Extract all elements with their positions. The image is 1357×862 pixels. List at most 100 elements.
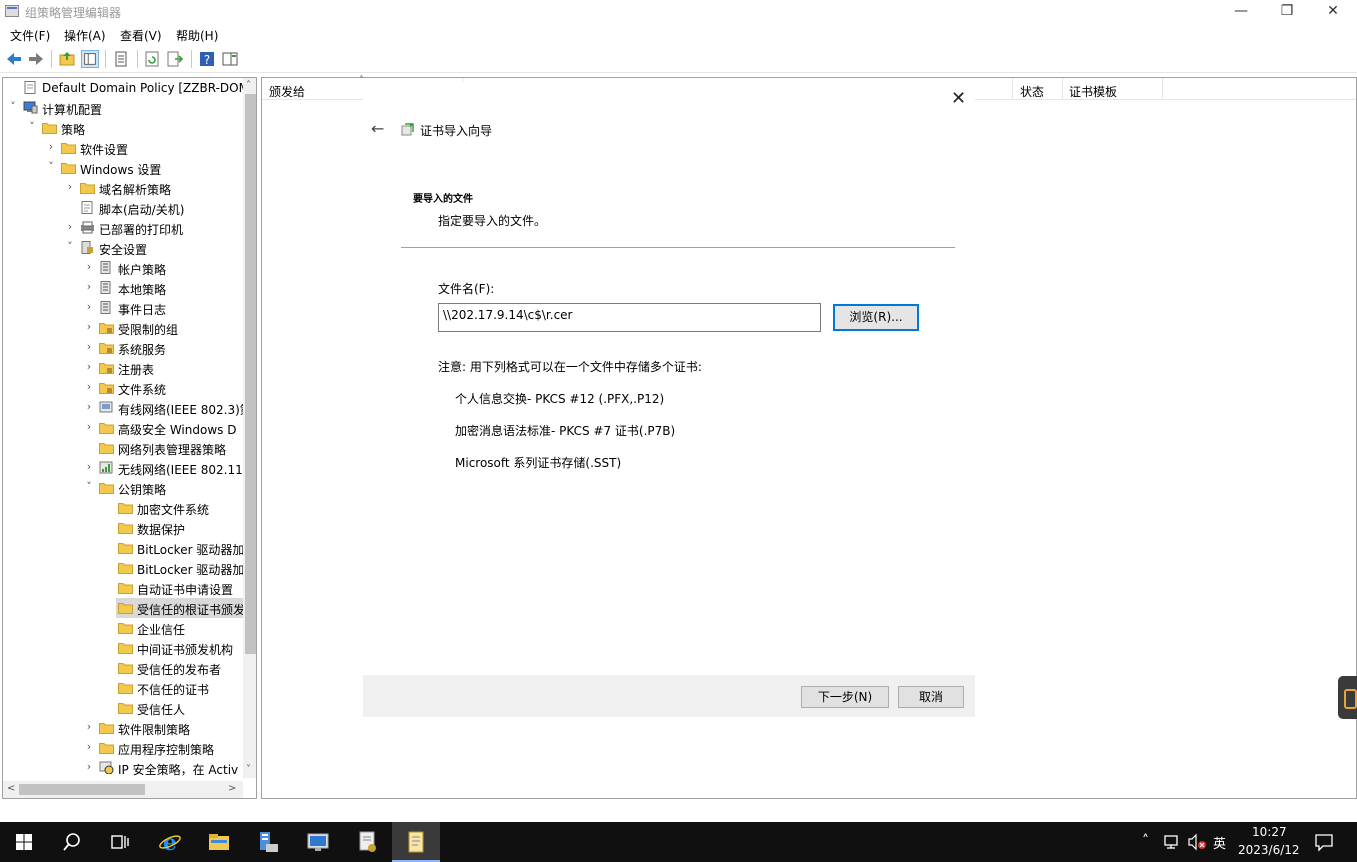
expanded-chevron-icon[interactable]: ˅ (45, 161, 57, 173)
column-status[interactable]: 状态 (1020, 83, 1044, 100)
tree-item[interactable]: 中间证书颁发机构 (3, 638, 243, 658)
collapsed-chevron-icon[interactable]: › (83, 261, 95, 273)
show-hide-tree-icon[interactable] (81, 50, 99, 68)
tree-item[interactable]: 数据保护 (3, 518, 243, 538)
show-hidden-icons-chevron-icon[interactable]: ˄ (1142, 833, 1149, 849)
collapsed-chevron-icon[interactable]: › (83, 361, 95, 373)
collapsed-chevron-icon[interactable]: › (83, 321, 95, 333)
tree-horizontal-scrollbar[interactable]: < > (3, 781, 243, 798)
collapsed-chevron-icon[interactable]: › (83, 421, 95, 433)
minimize-button[interactable]: — (1218, 0, 1264, 23)
search-icon[interactable] (60, 830, 84, 854)
tree-item[interactable]: › 帐户策略 (3, 258, 243, 278)
column-certificate-template[interactable]: 证书模板 (1069, 83, 1117, 100)
tree-item[interactable]: 受信任的根证书颁发 (3, 598, 245, 618)
tree-item[interactable]: 企业信任 (3, 618, 243, 638)
internet-explorer-icon[interactable]: e (158, 830, 182, 854)
tree-item[interactable]: › 高级安全 Windows D (3, 418, 243, 438)
tree-item[interactable]: BitLocker 驱动器加 (3, 558, 244, 578)
tree-item[interactable]: ˅ Windows 设置 (3, 158, 243, 178)
tree-item[interactable]: › 受限制的组 (3, 318, 243, 338)
tree-horizontal-scroll-thumb[interactable] (19, 784, 145, 795)
menu-view[interactable]: 查看(V) (120, 27, 162, 44)
tree-item[interactable]: › 有线网络(IEEE 802.3)策 (3, 398, 252, 418)
expanded-chevron-icon[interactable]: ˅ (64, 241, 76, 253)
scroll-up-arrow-icon[interactable]: ˄ (246, 80, 251, 91)
menu-file[interactable]: 文件(F) (10, 27, 50, 44)
tree-item[interactable]: 网络列表管理器策略 (3, 438, 243, 458)
expanded-chevron-icon[interactable]: ˅ (26, 121, 38, 133)
collapsed-chevron-icon[interactable]: › (83, 761, 95, 773)
tree-vertical-scroll-thumb[interactable] (245, 94, 256, 654)
scroll-left-arrow-icon[interactable]: < (7, 783, 15, 794)
refresh-icon[interactable] (143, 50, 161, 68)
expanded-chevron-icon[interactable]: ˅ (83, 481, 95, 493)
collapsed-chevron-icon[interactable]: › (83, 721, 95, 733)
server-manager-icon[interactable] (256, 830, 280, 854)
input-method-indicator[interactable]: 英 (1213, 833, 1226, 852)
tree-item[interactable]: 自动证书申请设置 (3, 578, 243, 598)
action-pane-icon[interactable] (221, 50, 239, 68)
up-folder-icon[interactable] (58, 50, 76, 68)
column-divider[interactable] (1062, 78, 1063, 100)
tree-item[interactable]: 受信任人 (3, 698, 243, 718)
collapsed-chevron-icon[interactable]: › (83, 341, 95, 353)
column-divider[interactable] (1162, 78, 1163, 100)
menu-action[interactable]: 操作(A) (64, 27, 106, 44)
collapsed-chevron-icon[interactable]: › (64, 221, 76, 233)
collapsed-chevron-icon[interactable]: › (45, 141, 57, 153)
collapsed-chevron-icon[interactable]: › (83, 461, 95, 473)
properties-icon[interactable] (112, 50, 130, 68)
tree-item[interactable]: › 事件日志 (3, 298, 243, 318)
next-button[interactable]: 下一步(N) (801, 686, 889, 708)
volume-muted-icon[interactable] (1187, 833, 1207, 851)
browse-button[interactable]: 浏览(R)... (833, 304, 919, 331)
tree-item[interactable]: ˅ 安全设置 (3, 238, 243, 258)
console-tree[interactable]: Default Domain Policy [ZZBR-DOMAI ˅ 计算机配置 ˅… (2, 77, 257, 799)
filename-input[interactable]: \\202.17.9.14\c$\r.cer (438, 303, 821, 332)
tree-item[interactable]: › 域名解析策略 (3, 178, 243, 198)
tree-item[interactable]: › 本地策略 (3, 278, 243, 298)
column-divider[interactable] (1012, 78, 1013, 100)
group-policy-editor-icon[interactable] (404, 830, 428, 854)
tree-item[interactable]: Default Domain Policy [ZZBR-DOMAI (3, 78, 256, 98)
certificate-tool-icon[interactable] (356, 830, 380, 854)
expanded-chevron-icon[interactable]: ˅ (7, 101, 19, 113)
file-explorer-icon[interactable] (207, 830, 231, 854)
close-window-button[interactable]: ✕ (1310, 0, 1356, 23)
remote-desktop-icon[interactable] (306, 830, 330, 854)
tree-item[interactable]: › IP 安全策略，在 Activ (3, 758, 243, 778)
clock-date[interactable]: 2023/6/12 (1238, 843, 1300, 857)
collapsed-chevron-icon[interactable]: › (83, 381, 95, 393)
tree-item[interactable]: ˅ 计算机配置 (3, 98, 243, 118)
tree-item[interactable]: › 无线网络(IEEE 802.11 (3, 458, 243, 478)
back-arrow-icon[interactable] (5, 50, 23, 68)
tree-item[interactable]: › 系统服务 (3, 338, 243, 358)
tree-item[interactable]: › 注册表 (3, 358, 243, 378)
tree-item[interactable]: › 已部署的打印机 (3, 218, 243, 238)
forward-arrow-icon[interactable] (27, 50, 45, 68)
collapsed-chevron-icon[interactable]: › (64, 181, 76, 193)
tree-item[interactable]: ˅ 策略 (3, 118, 243, 138)
collapsed-chevron-icon[interactable]: › (83, 741, 95, 753)
side-panel-handle[interactable] (1338, 676, 1357, 719)
menu-help[interactable]: 帮助(H) (176, 27, 218, 44)
collapsed-chevron-icon[interactable]: › (83, 401, 95, 413)
collapsed-chevron-icon[interactable]: › (83, 301, 95, 313)
tree-item[interactable]: ˅ 公钥策略 (3, 478, 243, 498)
tree-vertical-scrollbar[interactable]: ˄ ˅ (243, 78, 256, 778)
cancel-button[interactable]: 取消 (898, 686, 964, 708)
tree-item[interactable]: 受信任的发布者 (3, 658, 243, 678)
tree-item[interactable]: › 软件设置 (3, 138, 243, 158)
tree-item[interactable]: › 应用程序控制策略 (3, 738, 243, 758)
tree-item[interactable]: BitLocker 驱动器加 (3, 538, 244, 558)
notification-center-icon[interactable] (1314, 832, 1334, 852)
tree-item[interactable]: › 软件限制策略 (3, 718, 243, 738)
wizard-back-arrow-icon[interactable]: ← (371, 119, 384, 138)
tree-item[interactable]: 加密文件系统 (3, 498, 243, 518)
clock-time[interactable]: 10:27 (1252, 825, 1287, 839)
column-issued-to[interactable]: 颁发给 (269, 83, 305, 100)
task-view-icon[interactable] (108, 830, 132, 854)
network-icon[interactable] (1163, 833, 1181, 851)
tree-item[interactable]: › 文件系统 (3, 378, 243, 398)
